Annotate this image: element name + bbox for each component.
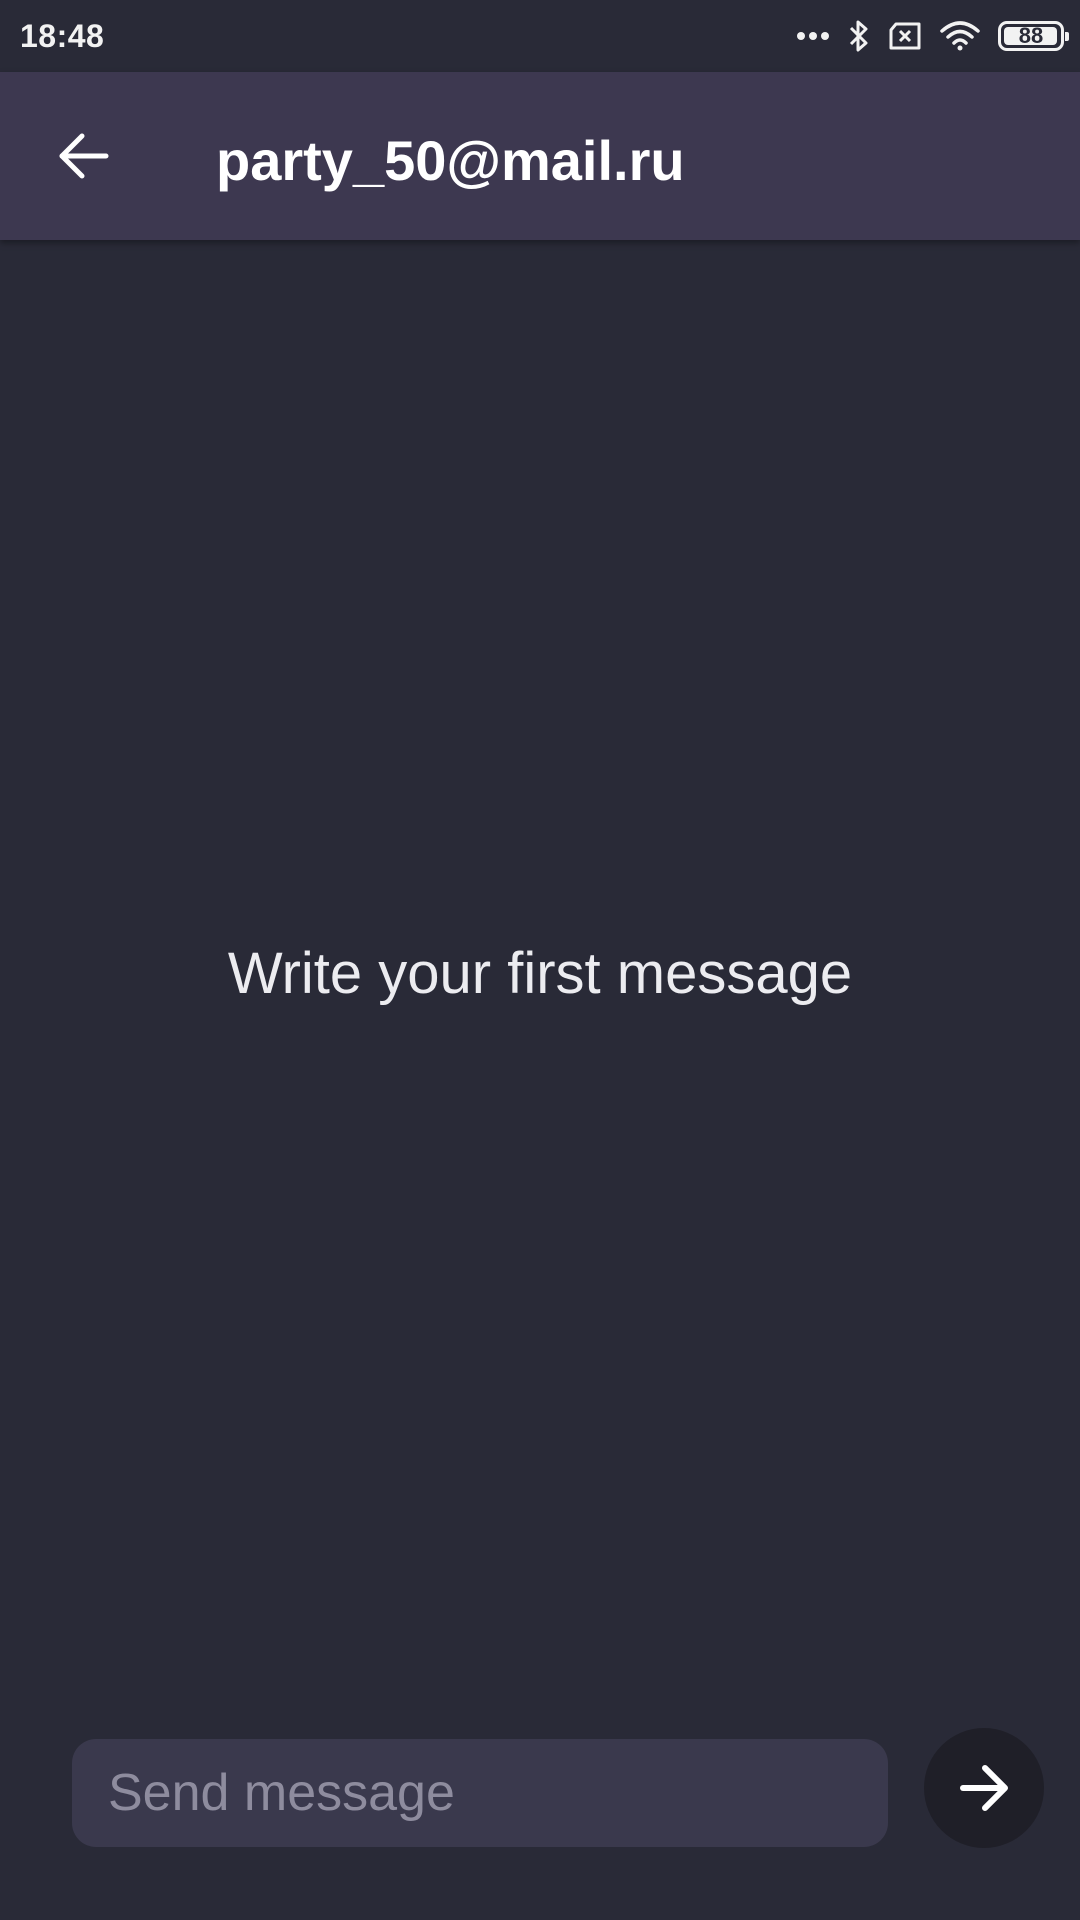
send-button[interactable] [924,1728,1044,1848]
chat-screen: 18:48 88 party_50@mail.ru Write your fir… [0,0,1080,1920]
arrow-forward-icon [960,1765,1008,1811]
empty-state-message: Write your first message [227,941,853,1006]
app-bar: party_50@mail.ru [0,72,1080,240]
status-bar: 18:48 88 [0,0,1080,72]
message-input[interactable] [72,1739,888,1847]
more-dots-icon [796,31,830,41]
battery-level: 88 [1018,23,1044,48]
wifi-icon [940,21,980,51]
battery-icon: 88 [998,21,1069,51]
bluetooth-icon [848,19,870,53]
status-icons: 88 [796,16,1069,56]
back-button[interactable] [44,116,124,196]
no-sim-icon [888,22,922,50]
status-time: 18:48 [20,18,105,54]
conversation-title: party_50@mail.ru [216,129,685,192]
arrow-back-icon [59,133,109,179]
